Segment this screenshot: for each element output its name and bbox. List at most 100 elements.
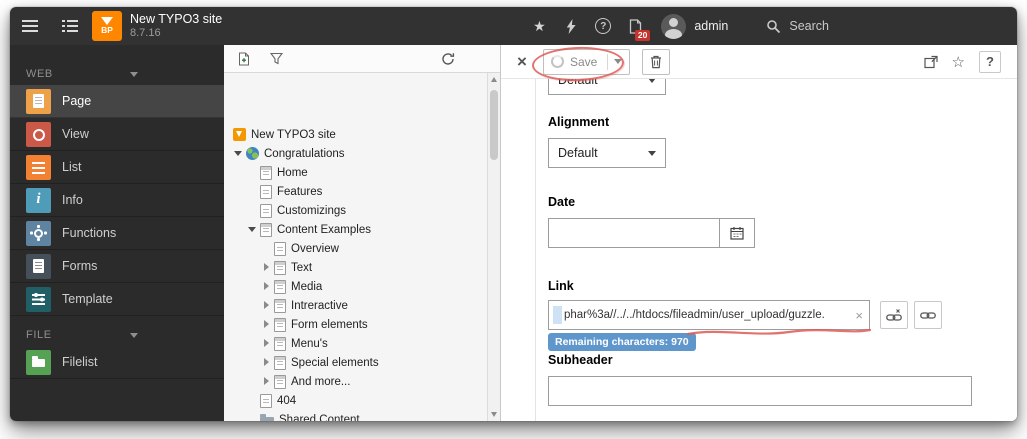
save-button[interactable]: Save [542, 48, 631, 75]
expand-icon[interactable] [260, 318, 273, 331]
save-dropdown-caret-icon[interactable] [614, 59, 623, 64]
site-version: 8.7.16 [130, 26, 161, 39]
tree-node-label: Menu's [291, 337, 328, 350]
tree-node-label: Special elements [291, 356, 379, 369]
help-toolbar-button[interactable]: ? [587, 7, 619, 45]
close-button[interactable]: × [513, 52, 531, 72]
search-label: Search [789, 19, 829, 33]
tree-node-label: Media [291, 280, 323, 293]
tree-list-icon [62, 20, 78, 32]
clear-input-icon[interactable]: × [855, 308, 863, 323]
page-module-icon [26, 88, 51, 114]
new-page-button[interactable] [234, 49, 254, 69]
tree-node-label: Customizings [277, 204, 347, 217]
open-in-new-window-button[interactable] [923, 55, 938, 69]
sidebar-item-functions[interactable]: Functions [10, 217, 224, 250]
page-icon [274, 374, 286, 389]
filter-icon [269, 52, 283, 65]
sidebar-item-filelist[interactable]: Filelist [10, 346, 224, 379]
tree-node-text[interactable]: Text [224, 258, 500, 277]
search-button[interactable]: Search [766, 19, 829, 34]
tree-node-special-elements[interactable]: Special elements [224, 353, 500, 372]
expand-icon[interactable] [260, 337, 273, 350]
scroll-up-button[interactable] [488, 73, 500, 86]
refresh-icon [442, 52, 455, 65]
tree-node-media[interactable]: Media [224, 277, 500, 296]
chevron-down-icon [130, 332, 138, 338]
expand-icon[interactable] [260, 375, 273, 388]
hamburger-menu-button[interactable] [10, 7, 50, 45]
clear-cache-button[interactable] [555, 7, 587, 45]
tree-scrollbar[interactable] [487, 73, 500, 421]
filter-button[interactable] [266, 49, 286, 69]
subheader-input[interactable] [548, 376, 972, 406]
tree-node-features[interactable]: Features [224, 182, 500, 201]
link-browser-button[interactable] [914, 301, 942, 329]
section-header-web[interactable]: WEB [10, 63, 224, 85]
help-button[interactable]: ? [979, 50, 1001, 73]
tree-node-label: Text [291, 261, 313, 274]
scrollbar-thumb[interactable] [490, 90, 498, 160]
page-icon [274, 241, 286, 256]
bookmark-toolbar-button[interactable]: ★ [523, 7, 555, 45]
chevron-down-icon [648, 79, 656, 83]
tree-node-congratulations[interactable]: Congratulations [224, 144, 500, 163]
sidebar-item-forms[interactable]: Forms [10, 250, 224, 283]
tree-node-customizings[interactable]: Customizings [224, 201, 500, 220]
topbar-right: ★ ? 20 admin Search [523, 7, 1017, 45]
link-input[interactable]: phar%3a//../../htdocs/fileadmin/user_upl… [548, 300, 870, 330]
sidebar-item-page[interactable]: Page [10, 85, 224, 118]
docheader-right: ☆ ? [923, 50, 1005, 73]
sidebar-item-list[interactable]: List [10, 151, 224, 184]
collapse-icon[interactable] [246, 223, 259, 236]
tree-node-overview[interactable]: Overview [224, 239, 500, 258]
page-icon [274, 298, 286, 313]
page-icon [274, 355, 286, 370]
expand-icon[interactable] [260, 280, 273, 293]
avatar [661, 13, 687, 39]
tree-node-content-examples[interactable]: Content Examples [224, 220, 500, 239]
bookmark-button[interactable]: ☆ [952, 53, 965, 71]
link-label: Link [548, 279, 574, 293]
typo3-logo[interactable]: BP [92, 11, 122, 41]
sidebar-item-info[interactable]: Info [10, 184, 224, 217]
section-header-file[interactable]: FILE [10, 324, 224, 346]
logo-badge: BP [101, 25, 113, 36]
unlink-button[interactable] [880, 301, 908, 329]
list-module-icon [26, 154, 51, 180]
refresh-tree-button[interactable] [438, 49, 458, 69]
alignment-select[interactable]: Default [548, 138, 666, 168]
tree-node-form-elements[interactable]: Form elements [224, 315, 500, 334]
type-select[interactable]: Default [548, 79, 666, 95]
date-input[interactable] [548, 218, 720, 248]
collapse-icon[interactable] [232, 147, 245, 160]
date-picker-button[interactable] [719, 218, 755, 248]
tree-node-404[interactable]: 404 [224, 391, 500, 410]
tree-node-home[interactable]: Home [224, 163, 500, 182]
tree-node-and-more[interactable]: And more... [224, 372, 500, 391]
site-title-block: New TYPO3 site 8.7.16 [130, 12, 222, 40]
sidebar-item-view[interactable]: View [10, 118, 224, 151]
expand-icon[interactable] [260, 261, 273, 274]
user-menu-button[interactable]: admin [651, 13, 738, 39]
expand-icon[interactable] [260, 299, 273, 312]
delete-button[interactable] [642, 48, 671, 75]
page-icon [274, 279, 286, 294]
globe-icon [246, 147, 259, 160]
tree-node-root[interactable]: New TYPO3 site [224, 125, 500, 144]
page-icon [274, 336, 286, 351]
tree-node-shared-content[interactable]: Shared Content [224, 410, 500, 421]
expand-icon[interactable] [260, 356, 273, 369]
opendocs-button[interactable]: 20 [619, 7, 651, 45]
sidebar-item-label: Template [62, 292, 113, 306]
tree-node-intreractive[interactable]: Intreractive [224, 296, 500, 315]
select-value: Default [558, 79, 598, 87]
scroll-down-button[interactable] [488, 408, 500, 421]
hamburger-icon [22, 20, 38, 32]
save-button-label: Save [569, 54, 598, 69]
tree-node-menus[interactable]: Menu's [224, 334, 500, 353]
navigation-toggle-button[interactable] [50, 7, 90, 45]
sidebar-item-template[interactable]: Template [10, 283, 224, 316]
